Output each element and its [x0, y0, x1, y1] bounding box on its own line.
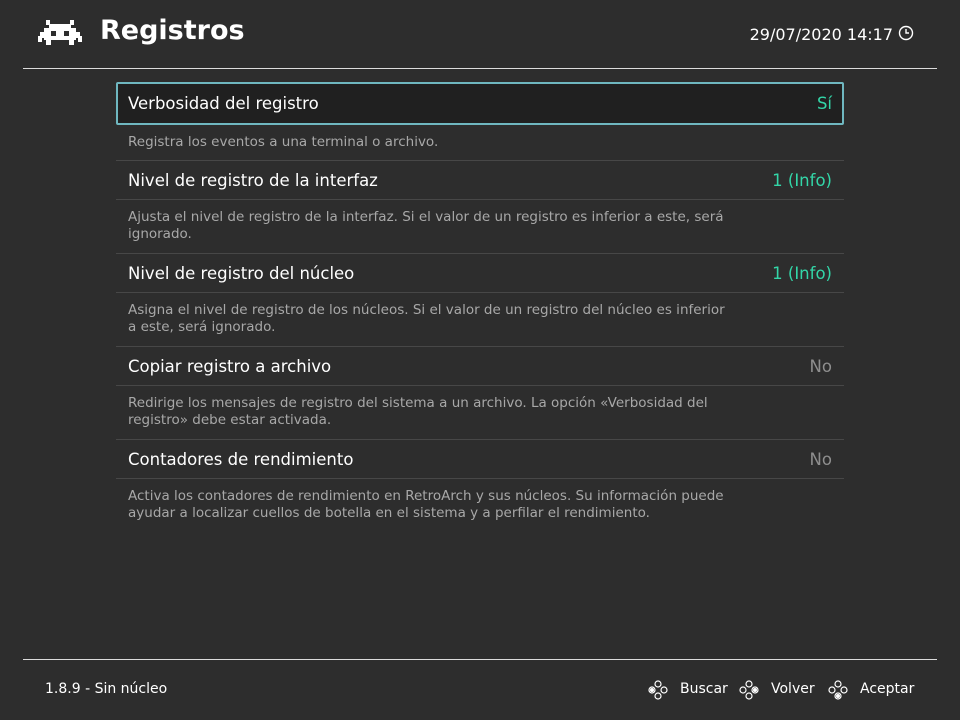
- hint-label: Volver: [771, 681, 815, 697]
- setting-description: Asigna el nivel de registro de los núcle…: [116, 293, 844, 347]
- setting-label: Copiar registro a archivo: [128, 357, 332, 376]
- setting-value: 1 (Info): [772, 171, 832, 190]
- gamepad-buttons-icon: [828, 680, 848, 700]
- setting-description: Activa los contadores de rendimiento en …: [128, 488, 724, 521]
- version-label: 1.8.9 - Sin núcleo: [45, 681, 168, 697]
- setting-item-log-to-file: Copiar registro a archivo No Redirige lo…: [116, 347, 844, 440]
- retroarch-invader-icon: [38, 20, 82, 45]
- setting-item-core-log-level: Nivel de registro del núcleo 1 (Info) As…: [116, 254, 844, 347]
- setting-value: No: [809, 450, 832, 469]
- hint-label: Aceptar: [860, 681, 915, 697]
- setting-description: Redirige los mensajes de registro del si…: [116, 386, 844, 440]
- setting-row-frontend-log-level[interactable]: Nivel de registro de la interfaz 1 (Info…: [116, 161, 844, 200]
- setting-row-log-to-file[interactable]: Copiar registro a archivo No: [116, 347, 844, 386]
- header-divider: [23, 68, 937, 69]
- page-title: Registros: [100, 15, 245, 46]
- gamepad-buttons-icon: [648, 680, 668, 700]
- setting-description: Registra los eventos a una terminal o ar…: [116, 125, 844, 161]
- header: Registros 29/07/2020 14:17: [0, 0, 960, 68]
- gamepad-buttons-icon: [739, 680, 759, 700]
- setting-value: No: [809, 357, 832, 376]
- setting-row-log-verbosity[interactable]: Verbosidad del registro Sí: [116, 82, 844, 125]
- setting-value: Sí: [816, 94, 832, 113]
- clock-icon: [898, 25, 914, 41]
- setting-label: Nivel de registro de la interfaz: [128, 171, 378, 190]
- setting-row-performance-counters[interactable]: Contadores de rendimiento No: [116, 440, 844, 479]
- setting-label: Verbosidad del registro: [128, 94, 319, 113]
- setting-label: Contadores de rendimiento: [128, 450, 354, 469]
- setting-label: Nivel de registro del núcleo: [128, 264, 355, 283]
- hint-label: Buscar: [680, 681, 728, 697]
- setting-item-frontend-log-level: Nivel de registro de la interfaz 1 (Info…: [116, 161, 844, 254]
- setting-value: 1 (Info): [772, 264, 832, 283]
- setting-item-performance-counters: Contadores de rendimiento No Activa los …: [116, 440, 844, 533]
- settings-list: Verbosidad del registro Sí Registra los …: [116, 82, 844, 533]
- footer-divider: [23, 659, 937, 660]
- datetime-display: 29/07/2020 14:17: [749, 25, 893, 44]
- setting-item-log-verbosity: Verbosidad del registro Sí Registra los …: [116, 82, 844, 161]
- setting-row-core-log-level[interactable]: Nivel de registro del núcleo 1 (Info): [116, 254, 844, 293]
- setting-description: Ajusta el nivel de registro de la interf…: [116, 200, 844, 254]
